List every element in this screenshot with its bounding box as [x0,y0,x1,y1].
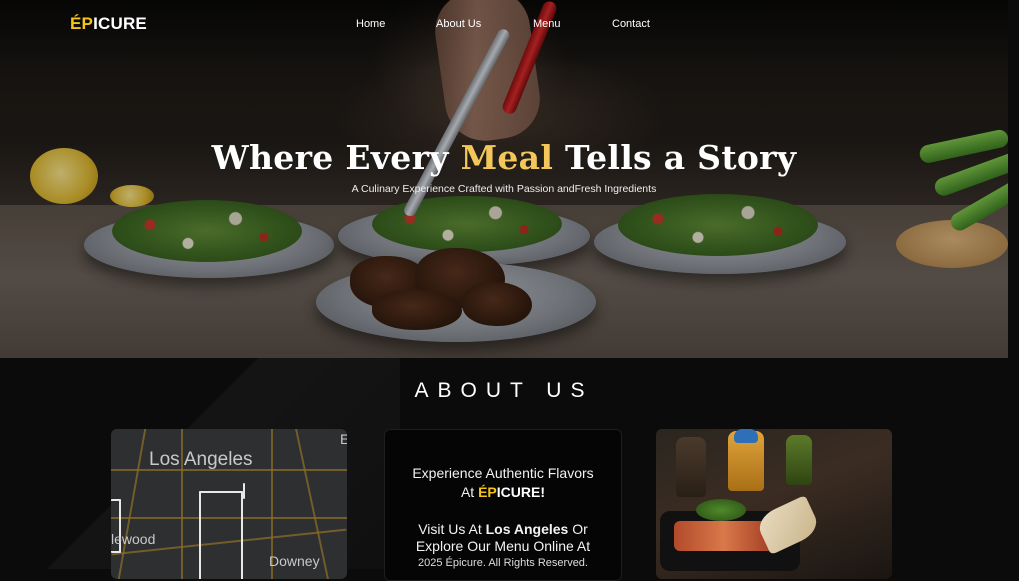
info-visit-prefix: Visit Us At [418,521,486,537]
bottle-image [786,435,812,485]
info-brand-accent: ÉP [478,484,497,500]
map-label-lewood: lewood [111,531,156,547]
sauce-bottle-cap-image [734,429,758,443]
hero-title-start: Where Every [211,138,461,177]
map-road [117,429,147,579]
hero-title-accent: Meal [460,138,554,177]
map-label-downey: Downey [269,553,320,569]
nav-about-link[interactable]: About Us [436,18,481,30]
info-card: Experience Authentic Flavors At ÉPICURE!… [384,429,622,581]
copyright-text: 2025 Épicure. All Rights Reserved. [418,557,588,569]
info-visit-suffix: Or [568,521,588,537]
map-card[interactable]: Los Angeles lewood Downey E [111,429,347,579]
info-visit-line: Visit Us At Los Angeles Or [385,521,621,537]
bottle-image [676,437,706,497]
city-boundary [243,483,245,499]
info-location: Los Angeles [485,521,569,537]
map-label-los-angeles: Los Angeles [149,449,253,470]
city-boundary [199,491,243,579]
about-heading: ABOUT US [414,379,594,402]
hero-title: Where Every Meal Tells a Story [0,138,1008,177]
info-at-text: At [460,484,479,500]
info-menu-line: Explore Our Menu Online At [415,538,591,554]
hero-title-end: Tells a Story [553,138,797,177]
info-flavors-line: Experience Authentic Flavors [412,465,594,481]
hero-subtitle: A Culinary Experience Crafted with Passi… [351,183,657,195]
info-brand-rest: ICURE! [496,484,546,500]
info-brand-line: At ÉPICURE! [385,484,621,500]
nav-menu-link[interactable]: Menu [533,18,561,30]
brand-logo[interactable]: ÉPICURE [70,14,147,34]
brand-logo-rest: ICURE [93,14,147,33]
herb-garnish-image [696,499,746,521]
info-brand-logo: ÉPICURE! [478,484,545,500]
map-label-edge: E [340,431,347,447]
brand-logo-accent: ÉP [70,14,94,33]
food-photo-card [656,429,892,579]
nav-home-link[interactable]: Home [356,18,385,30]
nav-contact-link[interactable]: Contact [612,18,650,30]
hero-overlay [0,0,1008,358]
hero-section: ÉPICURE Home About Us Menu Contact Where… [0,0,1008,358]
